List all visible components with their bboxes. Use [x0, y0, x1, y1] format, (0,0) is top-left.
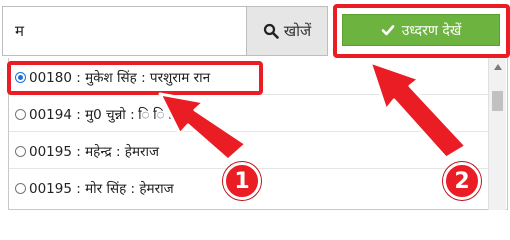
- search-icon: [263, 23, 279, 39]
- radio-button[interactable]: [15, 182, 26, 194]
- list-item[interactable]: 00195 : मोर सिंह : हेमराज: [15, 175, 174, 201]
- scrollbar-thumb[interactable]: [492, 91, 503, 111]
- search-input-value: म: [15, 22, 24, 40]
- search-button-label: खोजें: [283, 22, 312, 40]
- radio-button[interactable]: [15, 145, 26, 157]
- highlight-box-view-button: [333, 4, 510, 58]
- step-badge-2: 2: [443, 162, 481, 200]
- radio-button[interactable]: [15, 108, 26, 120]
- scroll-up-arrow-icon[interactable]: [489, 60, 506, 74]
- highlight-box-first-result: [7, 61, 263, 95]
- dropdown-scrollbar[interactable]: [488, 58, 506, 210]
- list-item-label: 00194 : मु0 चुन्नो : ि ि ि: [29, 107, 180, 123]
- step-badge-1: 1: [223, 162, 261, 200]
- step-badge-1-number: 1: [234, 168, 250, 194]
- list-item-label: 00195 : महेन्द्र : हेमराज: [29, 144, 160, 160]
- step-badge-2-number: 2: [454, 168, 470, 194]
- divider: [9, 131, 489, 132]
- list-item-label: 00195 : मोर सिंह : हेमराज: [29, 181, 174, 197]
- search-input[interactable]: म: [2, 6, 246, 56]
- list-item[interactable]: 00195 : महेन्द्र : हेमराज: [15, 138, 159, 164]
- list-item[interactable]: 00194 : मु0 चुन्नो : ि ि ि: [15, 101, 180, 127]
- search-button[interactable]: खोजें: [246, 6, 328, 56]
